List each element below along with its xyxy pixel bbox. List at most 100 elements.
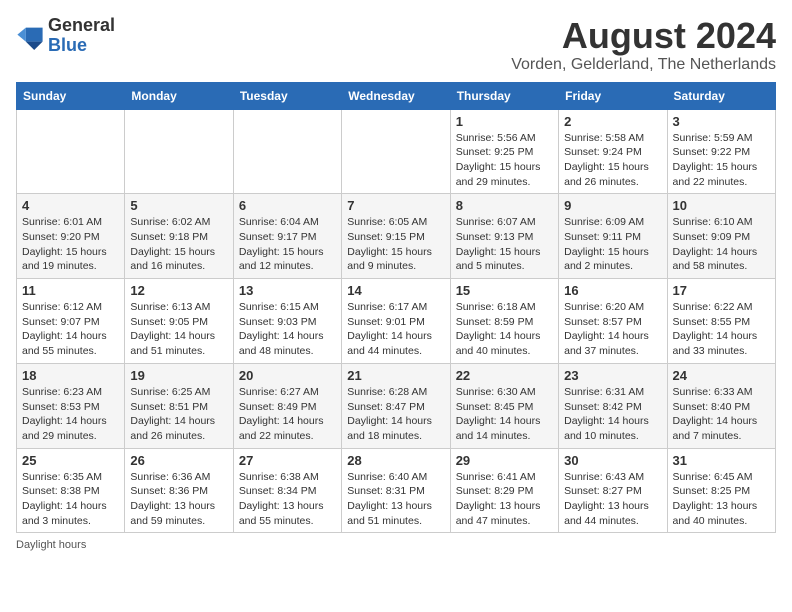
header-day-tuesday: Tuesday — [233, 82, 341, 109]
calendar-cell: 12Sunrise: 6:13 AMSunset: 9:05 PMDayligh… — [125, 279, 233, 364]
calendar-cell: 29Sunrise: 6:41 AMSunset: 8:29 PMDayligh… — [450, 448, 558, 533]
week-row-0: 1 Sunrise: 5:56 AMSunset: 9:25 PMDaylight… — [17, 109, 776, 194]
day-info: Sunrise: 6:02 AMSunset: 9:18 PMDaylight:… — [130, 215, 227, 274]
day-info: Sunrise: 6:18 AMSunset: 8:59 PMDaylight:… — [456, 300, 553, 359]
day-info: Sunrise: 6:43 AMSunset: 8:27 PMDaylight:… — [564, 470, 661, 529]
week-row-4: 25Sunrise: 6:35 AMSunset: 8:38 PMDayligh… — [17, 448, 776, 533]
day-info: Sunrise: 6:10 AMSunset: 9:09 PMDaylight:… — [673, 215, 770, 274]
calendar-cell: 13 Sunrise: 6:15 AMSunset: 9:03 PMDayligh… — [233, 279, 341, 364]
day-info: Sunrise: 6:25 AMSunset: 8:51 PMDaylight:… — [130, 385, 227, 444]
header-day-friday: Friday — [559, 82, 667, 109]
day-number: 11 — [22, 283, 119, 298]
day-number: 19 — [130, 368, 227, 383]
day-number: 27 — [239, 453, 336, 468]
calendar-cell: 2Sunrise: 5:58 AMSunset: 9:24 PMDaylight… — [559, 109, 667, 194]
day-info: Sunrise: 6:33 AMSunset: 8:40 PMDaylight:… — [673, 385, 770, 444]
day-info: Sunrise: 6:12 AMSunset: 9:07 PMDaylight:… — [22, 300, 119, 359]
calendar-cell: 28 Sunrise: 6:40 AMSunset: 8:31 PMDayligh… — [342, 448, 450, 533]
day-number: 5 — [130, 198, 227, 213]
calendar-cell: 7 Sunrise: 6:05 AMSunset: 9:15 PMDaylight… — [342, 194, 450, 279]
day-info: Sunrise: 6:40 AMSunset: 8:31 PMDaylight:… — [347, 470, 444, 529]
day-info: Sunrise: 6:09 AMSunset: 9:11 PMDaylight:… — [564, 215, 661, 274]
header-area: General Blue August 2024 Vorden, Gelderl… — [16, 16, 776, 74]
day-info: Sunrise: 6:30 AMSunset: 8:45 PMDaylight:… — [456, 385, 553, 444]
day-number: 20 — [239, 368, 336, 383]
day-info: Sunrise: 6:45 AMSunset: 8:25 PMDaylight:… — [673, 470, 770, 529]
calendar-cell: 20 Sunrise: 6:27 AMSunset: 8:49 PMDayligh… — [233, 363, 341, 448]
day-number: 25 — [22, 453, 119, 468]
title-area: August 2024 Vorden, Gelderland, The Neth… — [511, 16, 776, 74]
calendar-cell — [342, 109, 450, 194]
calendar-cell: 24 Sunrise: 6:33 AMSunset: 8:40 PMDayligh… — [667, 363, 775, 448]
day-info: Sunrise: 6:20 AMSunset: 8:57 PMDaylight:… — [564, 300, 661, 359]
day-number: 23 — [564, 368, 661, 383]
calendar-cell: 10 Sunrise: 6:10 AMSunset: 9:09 PMDayligh… — [667, 194, 775, 279]
week-row-3: 18 Sunrise: 6:23 AMSunset: 8:53 PMDayligh… — [17, 363, 776, 448]
day-info: Sunrise: 6:04 AMSunset: 9:17 PMDaylight:… — [239, 215, 336, 274]
day-info: Sunrise: 6:17 AMSunset: 9:01 PMDaylight:… — [347, 300, 444, 359]
day-number: 10 — [673, 198, 770, 213]
logo: General Blue — [16, 16, 115, 56]
day-number: 13 — [239, 283, 336, 298]
day-info: Sunrise: 6:01 AMSunset: 9:20 PMDaylight:… — [22, 215, 119, 274]
day-number: 24 — [673, 368, 770, 383]
day-number: 1 — [456, 114, 553, 129]
calendar-cell: 27 Sunrise: 6:38 AMSunset: 8:34 PMDayligh… — [233, 448, 341, 533]
calendar-cell: 15 Sunrise: 6:18 AMSunset: 8:59 PMDayligh… — [450, 279, 558, 364]
calendar-cell: 26Sunrise: 6:36 AMSunset: 8:36 PMDayligh… — [125, 448, 233, 533]
day-number: 26 — [130, 453, 227, 468]
day-info: Sunrise: 6:07 AMSunset: 9:13 PMDaylight:… — [456, 215, 553, 274]
day-info: Sunrise: 6:15 AMSunset: 9:03 PMDaylight:… — [239, 300, 336, 359]
logo-text: General Blue — [48, 16, 115, 56]
day-info: Sunrise: 6:27 AMSunset: 8:49 PMDaylight:… — [239, 385, 336, 444]
calendar-cell: 8Sunrise: 6:07 AMSunset: 9:13 PMDaylight… — [450, 194, 558, 279]
calendar-cell: 1 Sunrise: 5:56 AMSunset: 9:25 PMDaylight… — [450, 109, 558, 194]
day-number: 31 — [673, 453, 770, 468]
day-info: Sunrise: 6:38 AMSunset: 8:34 PMDaylight:… — [239, 470, 336, 529]
calendar-cell: 5 Sunrise: 6:02 AMSunset: 9:18 PMDaylight… — [125, 194, 233, 279]
calendar-cell: 17Sunrise: 6:22 AMSunset: 8:55 PMDayligh… — [667, 279, 775, 364]
calendar-cell: 11 Sunrise: 6:12 AMSunset: 9:07 PMDayligh… — [17, 279, 125, 364]
header-day-monday: Monday — [125, 82, 233, 109]
subtitle: Vorden, Gelderland, The Netherlands — [511, 56, 776, 74]
calendar: SundayMondayTuesdayWednesdayThursdayFrid… — [16, 82, 776, 534]
calendar-cell: 31 Sunrise: 6:45 AMSunset: 8:25 PMDayligh… — [667, 448, 775, 533]
day-number: 30 — [564, 453, 661, 468]
week-row-2: 11 Sunrise: 6:12 AMSunset: 9:07 PMDayligh… — [17, 279, 776, 364]
footer-note: Daylight hours — [16, 539, 776, 551]
calendar-header: SundayMondayTuesdayWednesdayThursdayFrid… — [17, 82, 776, 109]
day-number: 15 — [456, 283, 553, 298]
day-number: 7 — [347, 198, 444, 213]
day-info: Sunrise: 6:31 AMSunset: 8:42 PMDaylight:… — [564, 385, 661, 444]
calendar-cell: 22Sunrise: 6:30 AMSunset: 8:45 PMDayligh… — [450, 363, 558, 448]
day-info: Sunrise: 5:59 AMSunset: 9:22 PMDaylight:… — [673, 131, 770, 190]
calendar-cell: 25Sunrise: 6:35 AMSunset: 8:38 PMDayligh… — [17, 448, 125, 533]
calendar-cell: 18 Sunrise: 6:23 AMSunset: 8:53 PMDayligh… — [17, 363, 125, 448]
calendar-cell: 23 Sunrise: 6:31 AMSunset: 8:42 PMDayligh… — [559, 363, 667, 448]
day-info: Sunrise: 6:05 AMSunset: 9:15 PMDaylight:… — [347, 215, 444, 274]
calendar-cell: 19 Sunrise: 6:25 AMSunset: 8:51 PMDayligh… — [125, 363, 233, 448]
day-number: 21 — [347, 368, 444, 383]
calendar-cell: 9 Sunrise: 6:09 AMSunset: 9:11 PMDaylight… — [559, 194, 667, 279]
calendar-cell — [233, 109, 341, 194]
day-info: Sunrise: 6:41 AMSunset: 8:29 PMDaylight:… — [456, 470, 553, 529]
day-number: 2 — [564, 114, 661, 129]
day-number: 16 — [564, 283, 661, 298]
logo-blue: Blue — [48, 35, 87, 55]
header-day-saturday: Saturday — [667, 82, 775, 109]
week-row-1: 4 Sunrise: 6:01 AMSunset: 9:20 PMDaylight… — [17, 194, 776, 279]
logo-icon — [16, 22, 44, 50]
day-number: 4 — [22, 198, 119, 213]
day-number: 3 — [673, 114, 770, 129]
calendar-cell: 14 Sunrise: 6:17 AMSunset: 9:01 PMDayligh… — [342, 279, 450, 364]
day-info: Sunrise: 5:56 AMSunset: 9:25 PMDaylight:… — [456, 131, 553, 190]
day-number: 28 — [347, 453, 444, 468]
day-number: 18 — [22, 368, 119, 383]
day-number: 9 — [564, 198, 661, 213]
header-day-thursday: Thursday — [450, 82, 558, 109]
month-title: August 2024 — [511, 16, 776, 56]
day-number: 14 — [347, 283, 444, 298]
day-info: Sunrise: 6:23 AMSunset: 8:53 PMDaylight:… — [22, 385, 119, 444]
calendar-cell: 30 Sunrise: 6:43 AMSunset: 8:27 PMDayligh… — [559, 448, 667, 533]
calendar-cell — [125, 109, 233, 194]
